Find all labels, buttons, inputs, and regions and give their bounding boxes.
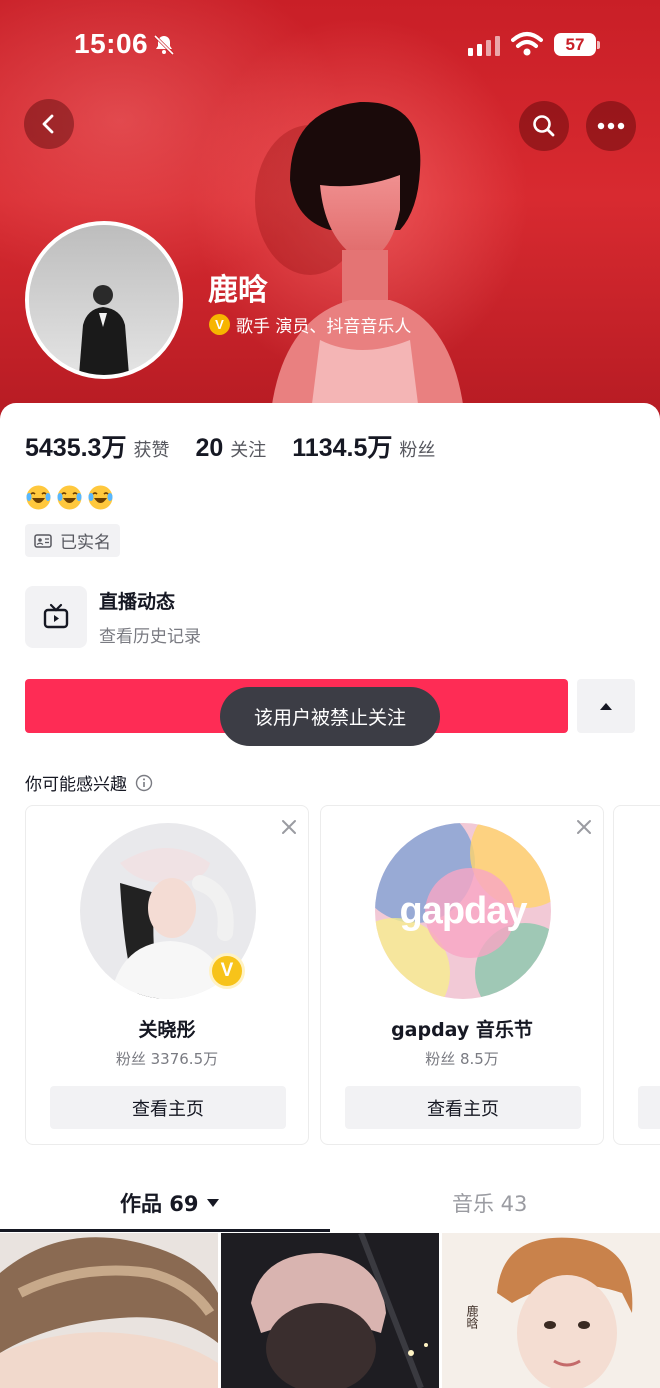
thumbnail-image bbox=[221, 1233, 439, 1388]
live-text: 直播动态 查看历史记录 bbox=[99, 587, 201, 647]
laughing-crying-emoji-icon bbox=[57, 485, 82, 510]
following-count[interactable]: 20 bbox=[195, 434, 223, 463]
cellular-signal-icon bbox=[468, 36, 500, 56]
live-title: 直播动态 bbox=[99, 591, 176, 613]
status-bar: 15:06 57 bbox=[0, 0, 660, 90]
tab-music-label: 音乐 43 bbox=[452, 1192, 528, 1216]
video-thumbnail[interactable]: 鹿晗 bbox=[442, 1233, 660, 1388]
suggestion-card[interactable] bbox=[613, 805, 660, 1145]
stats-row: 5435.3万 获赞 20 关注 1134.5万 粉丝 bbox=[25, 428, 461, 464]
tab-music[interactable]: 音乐 43 bbox=[452, 1183, 527, 1223]
caret-up-icon bbox=[600, 702, 612, 710]
realname-tag: 已实名 bbox=[25, 524, 120, 557]
laughing-crying-emoji-icon bbox=[26, 485, 51, 510]
header-background-photo bbox=[255, 101, 465, 420]
verified-badge-icon: V bbox=[209, 953, 245, 989]
suggestion-card[interactable]: gapday gapday 音乐节 粉丝 8.5万 查看主页 bbox=[320, 805, 604, 1145]
search-icon bbox=[533, 115, 555, 137]
expand-recommendations-button[interactable] bbox=[577, 679, 635, 733]
followers-label[interactable]: 粉丝 bbox=[399, 436, 435, 462]
search-button[interactable] bbox=[519, 101, 569, 151]
realname-text: 已实名 bbox=[60, 533, 111, 553]
svg-text:gapday: gapday bbox=[399, 890, 527, 932]
wifi-icon bbox=[511, 32, 543, 56]
suggestion-fans: 粉丝 3376.5万 bbox=[115, 1050, 219, 1068]
close-icon[interactable] bbox=[575, 818, 593, 836]
battery-level: 57 bbox=[554, 33, 596, 56]
back-button[interactable] bbox=[24, 99, 74, 149]
following-label[interactable]: 关注 bbox=[230, 436, 266, 462]
profile-avatar[interactable] bbox=[25, 221, 183, 379]
toast-message: 该用户被禁止关注 bbox=[220, 687, 440, 746]
verification-row: V 歌手 演员、抖音音乐人 bbox=[209, 312, 411, 337]
battery-tip bbox=[597, 41, 600, 49]
thumbnail-overlay-text: 鹿晗 bbox=[465, 1305, 479, 1329]
status-time: 15:06 bbox=[74, 28, 149, 59]
content-tabs: 作品 69 音乐 43 bbox=[0, 1183, 660, 1233]
more-options-button[interactable] bbox=[586, 101, 636, 151]
suggestion-avatar[interactable]: gapday bbox=[375, 823, 551, 999]
active-tab-indicator bbox=[0, 1229, 330, 1232]
profile-content: 5435.3万 获赞 20 关注 1134.5万 粉丝 已实名 直播动态 查看历… bbox=[0, 403, 660, 1388]
more-dots-icon bbox=[597, 122, 625, 130]
live-icon-box bbox=[25, 586, 87, 648]
gapday-logo: gapday bbox=[375, 823, 551, 999]
verification-text: 歌手 演员、抖音音乐人 bbox=[236, 317, 412, 337]
thumbnail-image bbox=[0, 1233, 218, 1388]
video-thumbnail[interactable] bbox=[0, 1233, 218, 1388]
id-card-icon bbox=[34, 533, 52, 548]
suggestions-title: 你可能感兴趣 bbox=[25, 775, 127, 795]
view-profile-button[interactable]: 查看主页 bbox=[50, 1086, 286, 1129]
avatar-photo bbox=[29, 225, 179, 375]
profile-header: 15:06 57 鹿晗 V 歌手 演员、抖音音乐人 bbox=[0, 0, 660, 440]
view-profile-button[interactable]: 查看主页 bbox=[345, 1086, 581, 1129]
likes-label: 获赞 bbox=[133, 440, 170, 461]
laughing-crying-emoji-icon bbox=[88, 485, 113, 510]
close-icon[interactable] bbox=[280, 818, 298, 836]
suggestions-header: 你可能感兴趣 bbox=[25, 770, 153, 795]
view-profile-button[interactable] bbox=[638, 1086, 660, 1129]
suggestion-card[interactable]: V 关晓彤 粉丝 3376.5万 查看主页 bbox=[25, 805, 309, 1145]
bio bbox=[25, 484, 114, 511]
info-icon[interactable] bbox=[135, 774, 153, 792]
suggestion-fans: 粉丝 8.5万 bbox=[425, 1050, 499, 1068]
tv-play-icon bbox=[43, 603, 69, 629]
followers-count[interactable]: 1134.5万 bbox=[292, 428, 392, 464]
live-subtitle: 查看历史记录 bbox=[99, 627, 201, 647]
live-history-entry[interactable]: 直播动态 查看历史记录 bbox=[25, 586, 201, 648]
caret-down-icon bbox=[206, 1199, 219, 1207]
suggestion-name[interactable]: gapday 音乐节 bbox=[321, 1015, 603, 1042]
profile-name: 鹿晗 bbox=[208, 274, 268, 307]
suggestion-name[interactable]: 关晓彤 bbox=[26, 1015, 308, 1042]
likes-count: 5435.3万 bbox=[25, 434, 127, 462]
verified-badge-icon: V bbox=[209, 314, 230, 335]
chevron-left-icon bbox=[42, 114, 54, 134]
muted-bell-icon bbox=[153, 34, 175, 56]
tab-works-label: 作品 69 bbox=[120, 1192, 199, 1216]
battery-indicator: 57 bbox=[554, 33, 600, 56]
video-thumbnail[interactable] bbox=[221, 1233, 439, 1388]
tab-works[interactable]: 作品 69 bbox=[120, 1183, 219, 1223]
